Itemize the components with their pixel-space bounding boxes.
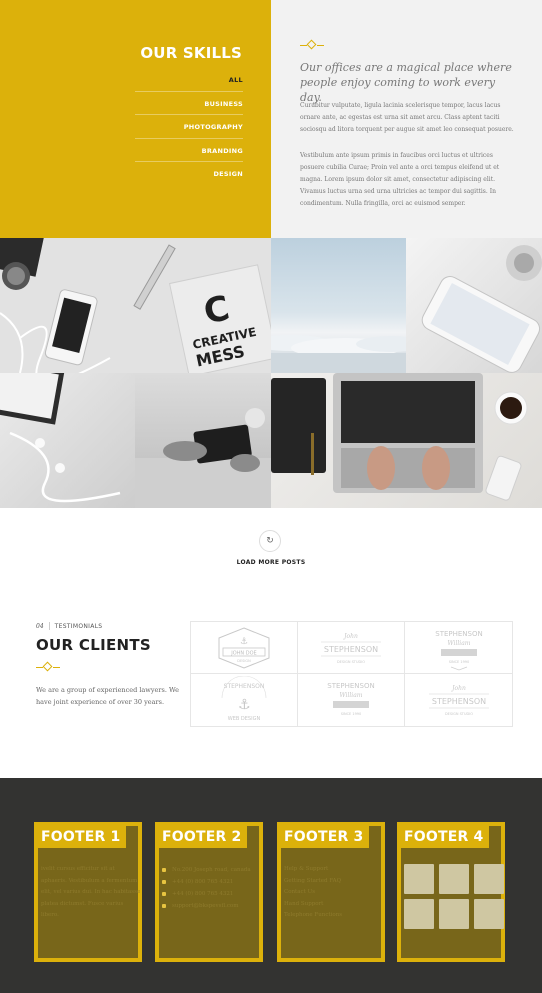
footer-link[interactable]: Help & Support (284, 864, 342, 876)
client-logo-name: STEPHENSON (435, 630, 482, 638)
portfolio-gallery: C CREATIVE MESS (0, 238, 542, 508)
client-logo-top: William (447, 640, 470, 647)
footer-contact-text: +44 (0) 800 765 4321 (172, 891, 234, 897)
footer-heading: FOOTER 1 (38, 826, 127, 848)
svg-text:⚓: ⚓ (240, 637, 248, 647)
client-logo[interactable]: STEPHENSON William SINCE 1990 (405, 622, 512, 674)
phone-icon (162, 880, 166, 884)
diamond-divider-icon (300, 39, 324, 50)
skills-panel: OUR SKILLS ALL BUSINESS PHOTOGRAPHY BRAN… (0, 0, 271, 238)
kicker-divider (48, 622, 50, 630)
filter-design[interactable]: DESIGN (135, 162, 243, 186)
about-paragraph: Vestibulum ante ipsum primis in faucibus… (300, 152, 500, 207)
client-logo-name: JOHN DOE (230, 650, 256, 656)
footer-column-2: FOOTER 2 No.200 Joseph road, canada +44 … (155, 822, 263, 962)
client-logo-sub: DESIGN (237, 659, 251, 663)
footer-text: ivelit cursus efficitur sit at aphaeris.… (41, 866, 141, 918)
footer-thumbnail[interactable] (474, 864, 504, 894)
location-icon (162, 868, 166, 872)
filter-all[interactable]: ALL (135, 68, 243, 92)
gallery-image-laptop[interactable] (271, 373, 542, 508)
filter-photography[interactable]: PHOTOGRAPHY (135, 115, 243, 139)
footer-contact-list: No.200 Joseph road, canada +44 (0) 800 7… (162, 864, 251, 912)
footer-thumbnail[interactable] (404, 899, 434, 929)
footer-link[interactable]: Hand Support (284, 899, 342, 911)
client-logo-name: STEPHENSON (431, 697, 485, 706)
footer-heading: FOOTER 2 (159, 826, 248, 848)
client-logo-grid: ⚓ JOHN DOE DESIGN John STEPHENSON DESIGN… (190, 621, 513, 727)
footer-column-1: FOOTER 1 ivelit cursus efficitur sit at … (34, 822, 142, 962)
client-logo-sub: WEB DESIGN (228, 716, 261, 722)
filter-branding[interactable]: BRANDING (135, 139, 243, 162)
about-panel: Our offices are a magical place where pe… (271, 0, 542, 238)
client-logo-name: STEPHENSON (224, 683, 265, 690)
client-logo-name: STEPHENSON (327, 682, 374, 690)
client-logo[interactable]: John STEPHENSON DESIGN STUDIO (298, 622, 405, 674)
footer-link-list: Help & Support Getting Started FAQ Conta… (284, 864, 342, 922)
about-quote: Our offices are a magical place where pe… (300, 61, 512, 104)
gallery-image-creative-mess[interactable]: C CREATIVE MESS (0, 238, 271, 373)
client-logo-sub: SINCE 1990 (341, 712, 362, 716)
skills-title: OUR SKILLS (140, 44, 242, 62)
email-icon (162, 904, 166, 908)
client-logo-sub: DESIGN STUDIO (337, 660, 365, 664)
footer-heading: FOOTER 4 (401, 826, 490, 848)
load-more-button[interactable]: LOAD MORE POSTS (0, 559, 542, 566)
footer-column-3: FOOTER 3 Help & Support Getting Started … (277, 822, 385, 962)
gallery-image-earphones[interactable] (0, 373, 135, 508)
gallery-image-phone-desk[interactable] (406, 238, 542, 373)
about-paragraph: Curabitur vulputate, ligula lacinia scel… (300, 102, 514, 133)
client-logo[interactable]: STEPHENSON ⚓ WEB DESIGN (191, 674, 298, 726)
filter-business[interactable]: BUSINESS (135, 92, 243, 115)
footer-link[interactable]: Getting Started FAQ (284, 876, 342, 888)
footer-thumbnail[interactable] (404, 864, 434, 894)
client-logo[interactable]: ⚓ JOHN DOE DESIGN (191, 622, 298, 674)
footer-contact-item: +44 (0) 800 765 4321 (162, 876, 251, 888)
client-logo[interactable]: John STEPHENSON DESIGN STUDIO (405, 674, 512, 726)
client-logo[interactable]: STEPHENSON William SINCE 1990 (298, 674, 405, 726)
footer-heading: FOOTER 3 (281, 826, 370, 848)
section-kicker: 04 TESTIMONIALS (36, 622, 102, 630)
svg-text:⚓: ⚓ (238, 697, 251, 713)
client-logo-top: John (342, 633, 358, 640)
footer-contact-item[interactable]: support@bkspevsfl.com (162, 900, 251, 912)
client-logo-sub: SINCE 1990 (448, 660, 469, 664)
site-footer: FOOTER 1 ivelit cursus efficitur sit at … (0, 778, 542, 993)
skills-filter-menu: ALL BUSINESS PHOTOGRAPHY BRANDING DESIGN (135, 68, 243, 186)
footer-thumbnail[interactable] (439, 899, 469, 929)
client-logo-top: William (339, 692, 362, 699)
footer-photo-grid (404, 864, 504, 929)
section-label: TESTIMONIALS (54, 622, 103, 630)
diamond-divider-icon (36, 661, 60, 672)
clients-description: We are a group of experienced lawyers. W… (36, 686, 179, 706)
footer-contact-text: support@bkspevsfl.com (172, 903, 239, 909)
footer-link[interactable]: Contact Us (284, 887, 342, 899)
gallery-image-hands-tablet[interactable] (135, 373, 271, 508)
footer-link[interactable]: Telephone Functions (284, 910, 342, 922)
footer-contact-text: No.200 Joseph road, canada (172, 867, 251, 873)
clients-title: OUR CLIENTS (36, 636, 151, 654)
refresh-icon[interactable]: ↻ (259, 530, 281, 552)
footer-contact-text: +44 (0) 800 765 4321 (172, 879, 234, 885)
phone-icon (162, 892, 166, 896)
client-logo-top: John (450, 685, 466, 692)
footer-contact-item: +44 (0) 800 765 4321 (162, 888, 251, 900)
footer-thumbnail[interactable] (474, 899, 504, 929)
client-logo-sub: DESIGN STUDIO (444, 712, 472, 716)
client-logo-name: STEPHENSON (324, 645, 378, 654)
footer-thumbnail[interactable] (439, 864, 469, 894)
footer-column-4: FOOTER 4 (397, 822, 505, 962)
section-number: 04 (36, 622, 44, 630)
footer-contact-item: No.200 Joseph road, canada (162, 864, 251, 876)
gallery-image-clouds[interactable] (271, 238, 406, 373)
